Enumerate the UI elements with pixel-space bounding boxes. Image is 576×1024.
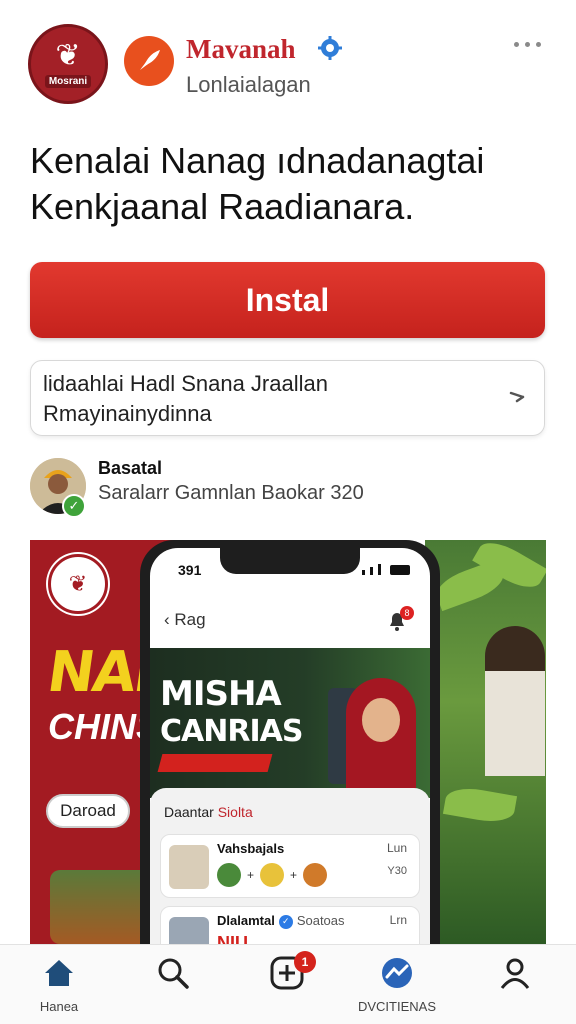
chevron-right-icon <box>508 387 526 405</box>
promo-screenshot-carousel[interactable]: ❦ NAR CHINS Daroad 391 ‹ Rag 8 MISHA CAN… <box>30 540 546 944</box>
publisher-logo[interactable]: ❦ Mosrani <box>28 24 108 104</box>
bottom-tab-bar: Hanea 1 DVCITIENAS <box>0 944 576 1024</box>
verified-check-icon: ✓ <box>62 494 86 518</box>
tab-activity[interactable]: DVCITIENAS <box>352 955 442 1019</box>
row-nu: NIU <box>217 933 248 944</box>
row-sub: Y30 <box>387 865 407 877</box>
app-header: ❦ Mosrani Mavanah Lonlaialagan <box>0 0 576 120</box>
sheet-title: Daantar Siolta <box>164 804 253 820</box>
banner-line-2: CANRIAS <box>160 714 303 749</box>
tab-label: Hanea <box>39 999 79 1014</box>
promo-pill: Daroad <box>46 794 130 828</box>
woman-face <box>362 698 400 742</box>
row-thumbnail <box>169 917 209 944</box>
phone-nav: ‹ Rag 8 <box>150 600 430 644</box>
banner-ribbon <box>157 754 273 772</box>
row-title-text: Dlalamtal <box>217 913 275 928</box>
home-icon <box>45 960 73 986</box>
list-item[interactable]: Vahsbajals Lun Y30 + + <box>160 834 420 898</box>
info-card[interactable]: lidaahlai Hadl Snana Jraallan Rmayinainy… <box>30 360 545 436</box>
phone-screen: 391 ‹ Rag 8 MISHA CANRIAS Daantar Siolta… <box>150 548 430 944</box>
page-headline: Kenalai Nanag ıdnadanagtai Kenkjaanal Ra… <box>30 138 550 230</box>
headline-line-2: Kenkjaanal Raadianara. <box>30 186 415 227</box>
signal-battery-icon <box>362 564 410 575</box>
tab-home[interactable]: Hanea <box>14 955 104 1019</box>
gear-badge-icon <box>318 36 342 60</box>
developer-meta: Saralarr Gamnlan Baokar 320 <box>98 482 364 504</box>
row-title: Dlalamtal ✓ Soatoas <box>217 913 345 929</box>
headline-line-1: Kenalai Nanag ıdnadanagtai <box>30 140 485 181</box>
tab-label: DVCITIENAS <box>357 999 436 1014</box>
tab-search[interactable] <box>128 955 218 1019</box>
chevron-left-icon: ‹ <box>164 610 175 629</box>
rocket-icon[interactable] <box>124 36 174 86</box>
tab-add[interactable]: 1 <box>242 951 332 1019</box>
back-link[interactable]: ‹ Rag <box>164 610 206 630</box>
garden-image <box>425 540 546 944</box>
row-chips: + + <box>217 863 328 887</box>
gear-badge-icon: ✓ <box>278 914 293 929</box>
back-label: Rag <box>174 610 206 629</box>
promo-banner: MISHA CANRIAS <box>150 648 430 798</box>
phone-sheet: Daantar Siolta Vahsbajals Lun Y30 + + Dl… <box>150 788 430 944</box>
info-line-2: Rmayinainydinna <box>43 401 212 426</box>
sheet-title-a: Daantar <box>164 804 218 820</box>
search-icon <box>158 958 189 989</box>
phone-mockup: 391 ‹ Rag 8 MISHA CANRIAS Daantar Siolta… <box>140 540 440 944</box>
activity-icon <box>382 958 412 988</box>
notification-badge: 1 <box>294 951 316 973</box>
row-thumbnail <box>169 845 209 889</box>
developer-name[interactable]: Basatal <box>98 458 162 479</box>
row-meta: Lrn <box>389 913 407 927</box>
sheet-title-b: Siolta <box>217 804 253 820</box>
list-item[interactable]: Dlalamtal ✓ Soatoas Lrn NIU <box>160 906 420 944</box>
publisher-logo-text: Mosrani <box>44 74 92 88</box>
row-chips: NIU <box>217 933 248 944</box>
bell-icon[interactable]: 8 <box>386 606 414 632</box>
profile-icon <box>500 958 530 989</box>
bird-logo-icon: ❦ <box>55 37 81 73</box>
bird-logo-icon: ❦ <box>48 554 108 614</box>
row-meta: Lun <box>386 841 407 855</box>
person-image <box>485 626 545 776</box>
bell-badge: 8 <box>400 606 414 620</box>
more-dots-icon[interactable] <box>514 38 548 50</box>
banner-line-1: MISHA <box>160 674 282 714</box>
status-time: 391 <box>178 562 202 578</box>
info-line-1: lidaahlai Hadl Snana Jraallan <box>43 371 328 396</box>
app-category: Lonlaialagan <box>186 72 311 97</box>
app-name: Mavanah <box>186 34 296 64</box>
row-badge-text: Soatoas <box>296 913 345 928</box>
row-title: Vahsbajals <box>217 841 285 856</box>
tab-profile[interactable] <box>470 955 560 1019</box>
install-button[interactable]: Instal <box>30 262 545 338</box>
